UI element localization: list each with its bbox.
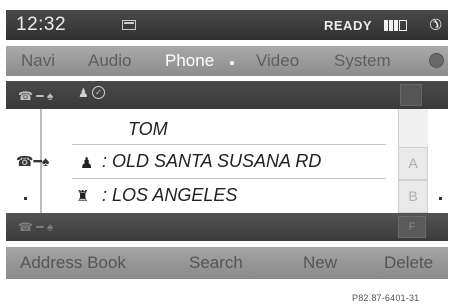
next-entry-bar[interactable]: ☎ ━ ♠ F <box>6 213 448 241</box>
alphabet-tab-f[interactable]: F <box>398 216 426 238</box>
clock: 12:32 <box>16 14 67 35</box>
alphabet-tab-b[interactable]: B <box>398 180 428 213</box>
alphabet-strip <box>398 109 428 147</box>
handset-icon: ☎ ━ ♠ <box>18 89 54 103</box>
end-call-icon[interactable]: ✆ <box>424 13 446 35</box>
menu-item-phone[interactable]: Phone <box>165 51 214 71</box>
phone-screen: 12:32 READY ✆ Navi Audio Phone Video Sys… <box>0 0 454 307</box>
divider-line <box>72 178 386 179</box>
divider-line <box>72 144 386 145</box>
contact-street[interactable]: : OLD SANTA SUSANA RD <box>102 151 321 172</box>
search-button[interactable]: Search <box>189 253 243 273</box>
handset-icon: ☎ ━ ♠ <box>18 220 54 234</box>
delete-button[interactable]: Delete <box>384 253 433 273</box>
previous-entry-bar[interactable]: ☎ ━ ♠ ♟ ✓ <box>6 81 448 109</box>
contact-detail-panel: ☎━♠ TOM ♟ : OLD SANTA SUSANA RD ♜ : LOS … <box>6 109 448 213</box>
menu-item-audio[interactable]: Audio <box>88 51 131 71</box>
address-book-button[interactable]: Address Book <box>20 253 126 273</box>
status-bar: 12:32 READY ✆ <box>6 10 448 40</box>
main-menu: Navi Audio Phone Video System <box>6 46 448 76</box>
status-text: READY <box>324 18 373 33</box>
handset-icon: ☎━♠ <box>16 153 50 169</box>
contact-city[interactable]: : LOS ANGELES <box>102 185 237 206</box>
menu-item-video[interactable]: Video <box>256 51 299 71</box>
person-icon: ♟ <box>78 86 89 100</box>
signal-strength-icon <box>384 19 407 31</box>
contact-name[interactable]: TOM <box>128 119 168 140</box>
scroll-left-indicator[interactable] <box>24 197 27 200</box>
alphabet-tab-a[interactable]: A <box>398 147 428 180</box>
building-icon: ♜ <box>76 188 90 205</box>
soft-key-bar: Address Book Search New Delete <box>6 247 448 279</box>
new-button[interactable]: New <box>303 253 337 273</box>
menu-item-system[interactable]: System <box>334 51 391 71</box>
person-icon: ♟ <box>80 155 94 172</box>
check-icon: ✓ <box>92 86 105 99</box>
settings-dot-icon[interactable] <box>429 53 444 68</box>
message-icon <box>122 20 136 30</box>
menu-item-navi[interactable]: Navi <box>21 51 55 71</box>
figure-code: P82.87-6401-31 <box>352 293 420 303</box>
active-indicator-dot <box>230 61 234 65</box>
scroll-right-indicator[interactable] <box>439 197 442 200</box>
alphabet-tab-blank[interactable] <box>400 84 422 106</box>
